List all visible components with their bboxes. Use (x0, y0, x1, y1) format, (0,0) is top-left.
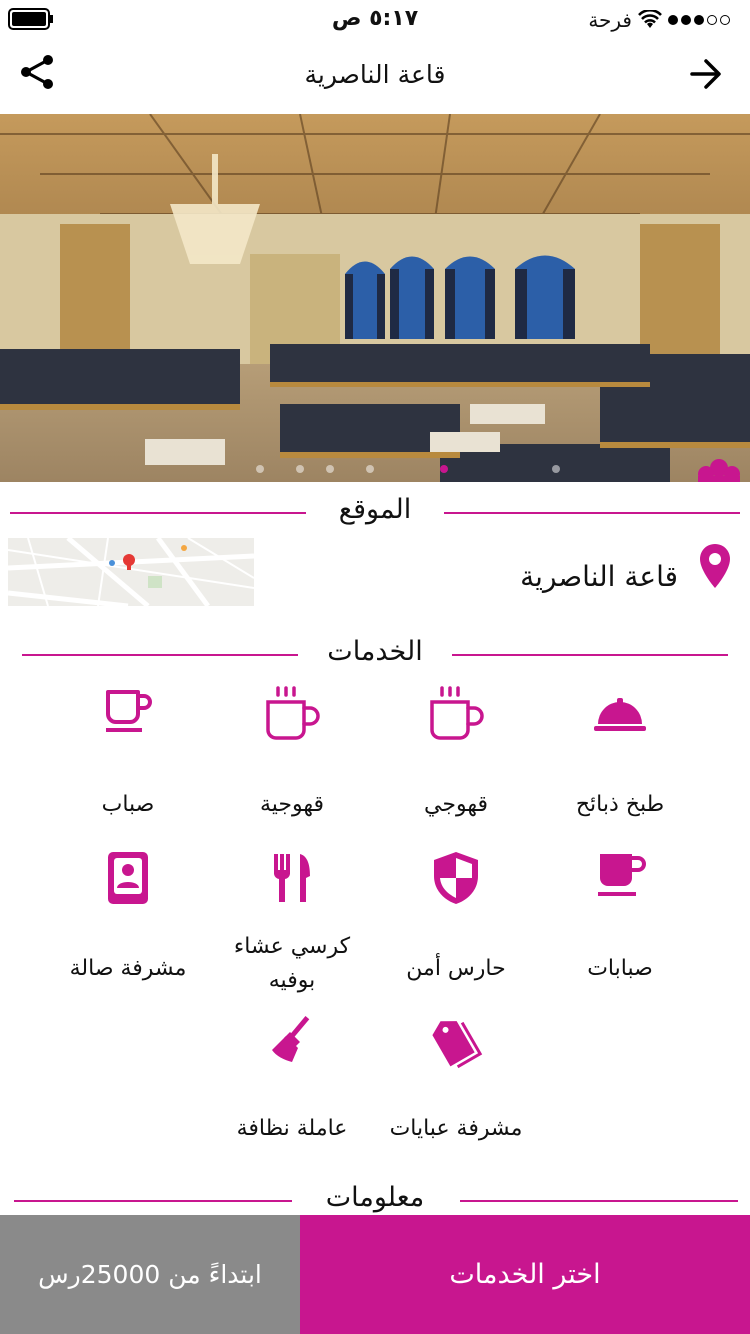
cloche-icon (594, 698, 646, 731)
starting-price: ابتداءً من 25000رس (0, 1215, 300, 1334)
service-item[interactable]: طبخ ذبائح (530, 684, 710, 822)
location-map[interactable] (8, 538, 254, 606)
cutlery-icon (274, 854, 310, 902)
bottom-action-bar: ابتداءً من 25000رس اختر الخدمات (0, 1215, 750, 1334)
service-label: طبخ ذبائح (575, 792, 665, 817)
map-thumbnail (8, 538, 254, 606)
cup-icon (106, 690, 152, 732)
carousel-dot[interactable] (552, 465, 560, 473)
info-section-heading: معلومات (0, 1180, 750, 1220)
service-label: قهوجي (424, 792, 488, 817)
service-item[interactable]: كرسي عشاء بوفيه (202, 848, 382, 998)
services-title: الخدمات (327, 636, 423, 667)
shield-icon (434, 852, 478, 904)
service-label: عاملة نظافة (236, 1116, 348, 1141)
carousel-dot[interactable] (366, 465, 374, 473)
carousel-dot[interactable] (326, 465, 334, 473)
broom-icon (272, 1015, 310, 1062)
hall-image-carousel[interactable] (0, 114, 750, 482)
hall-photo (0, 114, 750, 482)
wifi-icon (638, 10, 662, 28)
carousel-dot-active[interactable] (440, 465, 448, 473)
status-bar: ٥:١٧ ص فرحة (0, 0, 750, 40)
location-title: الموقع (338, 494, 412, 525)
arrow-right-icon[interactable] (688, 56, 724, 92)
service-item[interactable]: قهوجية (202, 684, 382, 822)
info-title: معلومات (325, 1182, 425, 1213)
carousel-indicator (0, 462, 750, 476)
location-pin-icon (700, 544, 730, 588)
service-item[interactable]: عاملة نظافة (202, 1010, 382, 1146)
carrier: فرحة (588, 8, 730, 32)
signal-strength-icon (668, 15, 730, 25)
contact-card-icon (108, 852, 148, 904)
service-item[interactable]: حارس أمن (366, 848, 546, 986)
service-label: حارس أمن (406, 956, 506, 981)
carrier-name: فرحة (588, 8, 632, 32)
service-label: مشرفة صالة (69, 956, 187, 981)
hot-cup-icon (266, 686, 320, 740)
hot-cup-icon (430, 686, 484, 740)
top-nav: قاعة الناصرية (0, 40, 750, 114)
service-label: كرسي عشاء بوفيه (233, 934, 351, 993)
tags-icon (432, 1021, 483, 1069)
service-label: مشرفة عبايات (389, 1116, 523, 1141)
service-label: صباب (101, 792, 155, 817)
service-item[interactable]: قهوجي (366, 684, 546, 822)
service-item[interactable]: مشرفة عبايات (366, 1010, 546, 1146)
choose-services-button[interactable]: اختر الخدمات (300, 1215, 750, 1334)
service-label: قهوجية (259, 792, 325, 817)
location-name: قاعة الناصرية (520, 560, 678, 593)
page-title: قاعة الناصرية (304, 60, 446, 89)
carousel-dot[interactable] (256, 465, 264, 473)
services-section-heading: الخدمات (0, 634, 750, 674)
service-item[interactable]: مشرفة صالة (38, 848, 218, 986)
brand-logo-icon (698, 459, 740, 482)
location-section-heading: الموقع (0, 492, 750, 532)
carousel-dot[interactable] (296, 465, 304, 473)
service-item[interactable]: صباب (38, 684, 218, 822)
service-item[interactable]: صبابات (530, 848, 710, 986)
service-label: صبابات (587, 956, 653, 981)
cup-icon (598, 854, 646, 896)
